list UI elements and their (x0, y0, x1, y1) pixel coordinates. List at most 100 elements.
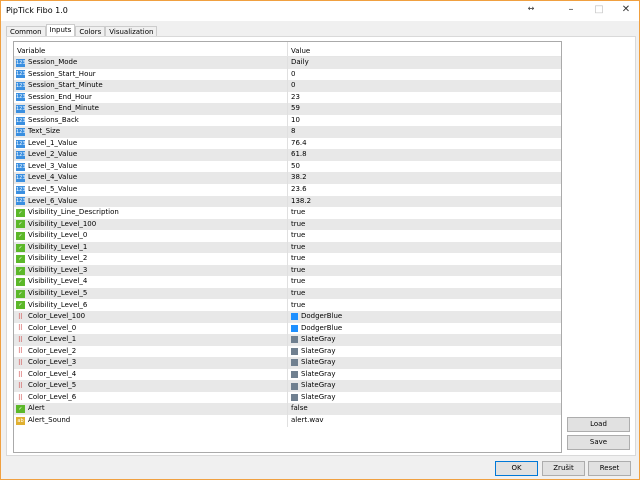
table-row[interactable]: ✓ Visibility_Level_6 true (14, 299, 561, 312)
table-row[interactable]: ✓ Visibility_Level_1 true (14, 241, 561, 254)
value-text: 8 (291, 127, 296, 136)
cancel-button[interactable]: Zrušit (542, 461, 585, 476)
table-row[interactable]: ab Alert_Sound alert.wav (14, 414, 561, 427)
variable-name: Level_3_Value (28, 161, 78, 170)
variable-name: Level_1_Value (28, 138, 78, 147)
table-row[interactable]: ✓ Visibility_Level_100 true (14, 218, 561, 231)
value-cell[interactable]: DodgerBlue (288, 323, 561, 335)
value-cell[interactable]: SlateGray (288, 380, 561, 392)
table-row[interactable]: 123 Level_5_Value 23.6 (14, 184, 561, 196)
table-row[interactable]: 123 Level_1_Value 76.4 (14, 137, 561, 150)
variable-cell: 123 Text_Size (14, 126, 288, 138)
reset-button[interactable]: Reset (588, 461, 631, 476)
value-cell[interactable]: SlateGray (288, 357, 561, 369)
dialog-window: PipTick Fibo 1.0 ↔ – □ ✕ Common Inputs Col… (0, 0, 640, 480)
table-row[interactable]: ⠿ Color_Level_1 SlateGray (14, 334, 561, 346)
table-header: Variable Value (14, 42, 561, 57)
value-cell[interactable]: 10 (288, 115, 561, 127)
value-cell[interactable]: 23 (288, 92, 561, 104)
table-row[interactable]: ✓ Visibility_Level_5 true (14, 287, 561, 300)
table-row[interactable]: ✓ Visibility_Line_Description true (14, 207, 561, 219)
close-button[interactable]: ✕ (616, 4, 636, 15)
value-cell[interactable]: 50 (288, 161, 561, 173)
value-text: 10 (291, 115, 300, 124)
value-cell[interactable]: 38.2 (288, 172, 561, 184)
table-row[interactable]: 123 Level_6_Value 138.2 (14, 195, 561, 208)
variable-name: Alert_Sound (28, 415, 71, 424)
value-cell[interactable]: SlateGray (288, 392, 561, 404)
table-row[interactable]: 123 Session_Start_Minute 0 (14, 80, 561, 92)
value-cell[interactable]: 76.4 (288, 138, 561, 150)
value-cell[interactable]: true (288, 230, 561, 242)
variable-name: Session_End_Minute (28, 104, 99, 113)
maximize-button[interactable]: □ (589, 4, 609, 15)
table-row[interactable]: ✓ Alert false (14, 403, 561, 415)
table-row[interactable]: ⠿ Color_Level_6 SlateGray (14, 391, 561, 404)
table-row[interactable]: 123 Text_Size 8 (14, 126, 561, 138)
table-row[interactable]: ✓ Visibility_Level_4 true (14, 276, 561, 288)
variable-name: Text_Size (28, 127, 61, 136)
load-button[interactable]: Load (567, 417, 630, 432)
value-cell[interactable]: 0 (288, 69, 561, 81)
color-swatch (291, 313, 298, 321)
variable-cell: ⠿ Color_Level_4 (14, 368, 288, 381)
table-row[interactable]: 123 Level_4_Value 38.2 (14, 172, 561, 185)
value-cell[interactable]: true (288, 265, 561, 277)
table-row[interactable]: 123 Session_Mode Daily (14, 57, 561, 69)
value-cell[interactable]: true (288, 299, 561, 311)
variable-name: Visibility_Level_4 (28, 277, 88, 286)
table-row[interactable]: 123 Level_2_Value 61.8 (14, 149, 561, 161)
table-row[interactable]: ⠿ Color_Level_4 SlateGray (14, 368, 561, 381)
dbl-type-icon: 123 (16, 185, 26, 194)
color-swatch (291, 382, 298, 390)
table-row[interactable]: ⠿ Color_Level_3 SlateGray (14, 357, 561, 369)
ok-button[interactable]: OK (495, 461, 538, 476)
value-cell[interactable]: true (288, 253, 561, 265)
value-cell[interactable]: SlateGray (288, 369, 561, 381)
variable-name: Sessions_Back (28, 115, 79, 124)
variable-cell: 123 Level_6_Value (14, 195, 288, 208)
table-row[interactable]: 123 Session_End_Minute 59 (14, 103, 561, 115)
value-cell[interactable]: 61.8 (288, 149, 561, 161)
value-cell[interactable]: alert.wav (288, 415, 561, 427)
table-row[interactable]: ⠿ Color_Level_5 SlateGray (14, 380, 561, 392)
table-row[interactable]: ⠿ Color_Level_0 DodgerBlue (14, 322, 561, 335)
value-cell[interactable]: SlateGray (288, 334, 561, 346)
value-cell[interactable]: true (288, 207, 561, 219)
int-type-icon: 123 (16, 58, 26, 67)
table-row[interactable]: ⠿ Color_Level_2 SlateGray (14, 345, 561, 358)
value-cell[interactable]: false (288, 403, 561, 415)
variable-cell: 123 Level_3_Value (14, 160, 288, 173)
table-row[interactable]: ✓ Visibility_Level_0 true (14, 230, 561, 242)
variable-cell: 123 Level_2_Value (14, 149, 288, 161)
value-cell[interactable]: DodgerBlue (288, 311, 561, 323)
variable-name: Color_Level_2 (28, 346, 77, 355)
table-row[interactable]: ✓ Visibility_Level_2 true (14, 253, 561, 265)
table-row[interactable]: 123 Level_3_Value 50 (14, 160, 561, 173)
value-cell[interactable]: true (288, 242, 561, 254)
table-row[interactable]: ✓ Visibility_Level_3 true (14, 264, 561, 277)
table-row[interactable]: ⠿ Color_Level_100 DodgerBlue (14, 311, 561, 323)
minimize-button[interactable]: – (561, 4, 581, 15)
variable-cell: ✓ Visibility_Level_4 (14, 276, 288, 288)
value-cell[interactable]: 8 (288, 126, 561, 138)
variable-name: Alert (28, 404, 45, 413)
variable-cell: ✓ Visibility_Level_0 (14, 230, 288, 242)
value-cell[interactable]: SlateGray (288, 346, 561, 358)
value-cell[interactable]: 59 (288, 103, 561, 115)
variable-name: Level_5_Value (28, 185, 78, 194)
table-row[interactable]: 123 Session_Start_Hour 0 (14, 68, 561, 81)
value-cell[interactable]: 138.2 (288, 196, 561, 208)
table-row[interactable]: 123 Session_End_Hour 23 (14, 91, 561, 104)
save-button[interactable]: Save (567, 435, 630, 450)
value-text: true (291, 208, 306, 217)
value-cell[interactable]: true (288, 276, 561, 288)
color-type-icon: ⠿ (17, 393, 24, 402)
value-cell[interactable]: Daily (288, 57, 561, 69)
value-cell[interactable]: 23.6 (288, 184, 561, 196)
table-row[interactable]: 123 Sessions_Back 10 (14, 114, 561, 127)
value-cell[interactable]: true (288, 219, 561, 231)
value-text: SlateGray (301, 346, 336, 355)
value-cell[interactable]: 0 (288, 80, 561, 92)
value-cell[interactable]: true (288, 288, 561, 300)
